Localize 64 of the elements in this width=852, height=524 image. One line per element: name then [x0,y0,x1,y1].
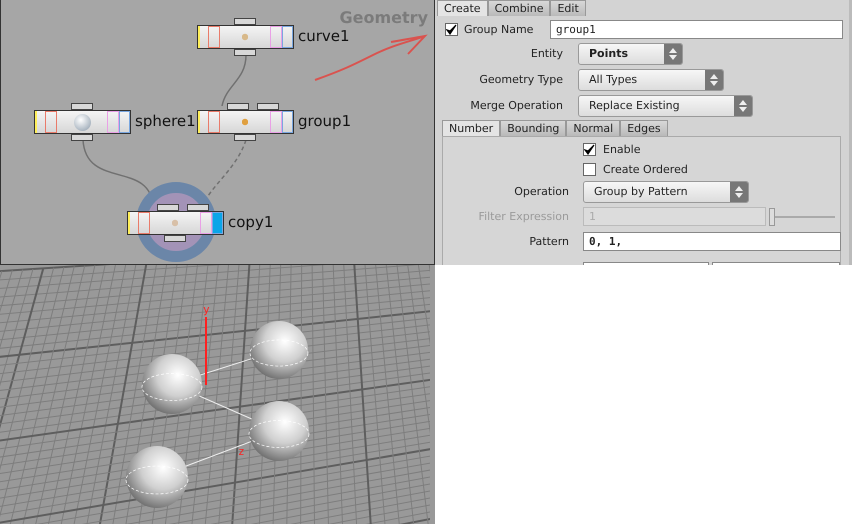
dropdown[interactable]: All Types [578,68,724,90]
field-label: Filter Expression [478,210,569,223]
field-label: Entity [530,47,563,60]
input-connector[interactable] [257,103,279,110]
output-connector[interactable] [71,134,93,141]
field-label: Geometry Type [478,73,563,86]
node-tile[interactable] [197,110,294,134]
checkbox[interactable] [583,142,596,156]
node-name: copy1 [228,213,274,231]
axis-label: z [238,445,245,458]
axis-label: y [203,303,210,316]
input-connector[interactable] [71,103,93,110]
sphere-icon [74,114,90,131]
sphere [248,401,310,461]
node-tile[interactable] [127,211,224,235]
node-tile[interactable] [197,25,294,49]
wire [221,54,247,106]
text-field[interactable]: 0, 1, [583,232,841,251]
template-flag[interactable] [107,111,119,133]
field-label: Pattern [528,235,569,248]
sphere [142,354,202,414]
template-flag[interactable] [270,26,282,48]
dropdown[interactable]: Replace Existing [578,94,753,116]
lock-flag[interactable] [138,212,150,234]
input-connector[interactable] [227,103,249,110]
lock-flag[interactable] [45,111,57,133]
lock-flag[interactable] [208,111,220,133]
tab[interactable]: Edges [620,120,668,136]
node-name: group1 [298,112,352,130]
up-down-arrows-icon [734,96,752,116]
output-connector[interactable] [234,134,256,141]
output-connector[interactable] [234,49,256,56]
up-down-arrows-icon [664,44,682,64]
text-field[interactable]: group1 [550,20,843,39]
checkbox[interactable] [445,23,458,36]
field-label: Operation [513,185,569,198]
checkbox[interactable] [583,162,596,176]
sphere [126,446,188,508]
up-down-arrows-icon [730,182,748,202]
tab[interactable]: Normal [566,120,620,136]
field-label: Group Name [464,23,534,36]
node-tile[interactable] [34,110,131,134]
dropdown[interactable]: Group by Pattern [583,180,749,202]
up-down-arrows-icon [705,70,723,90]
tab[interactable]: Create [437,0,488,16]
input-connector[interactable] [157,204,179,211]
tab[interactable]: Number [442,120,500,136]
y-axis [205,317,207,385]
lock-flag[interactable] [208,26,220,48]
field-label: Merge Operation [469,99,563,112]
dropdown[interactable]: Points [578,42,683,64]
tab[interactable]: Combine [488,0,550,16]
tab[interactable]: Edit [550,0,586,16]
node-name: sphere1 [135,112,196,130]
checkbox-label: Create Ordered [603,162,688,176]
display-flag[interactable] [119,111,130,133]
input-connector[interactable] [234,18,256,25]
tab[interactable]: Bounding [500,120,566,136]
display-flag[interactable] [282,26,293,48]
output-connector[interactable] [164,235,186,242]
node-name: curve1 [298,27,350,45]
checkbox-label: Enable [603,142,640,156]
sphere [250,321,308,379]
input-connector[interactable] [187,204,209,211]
